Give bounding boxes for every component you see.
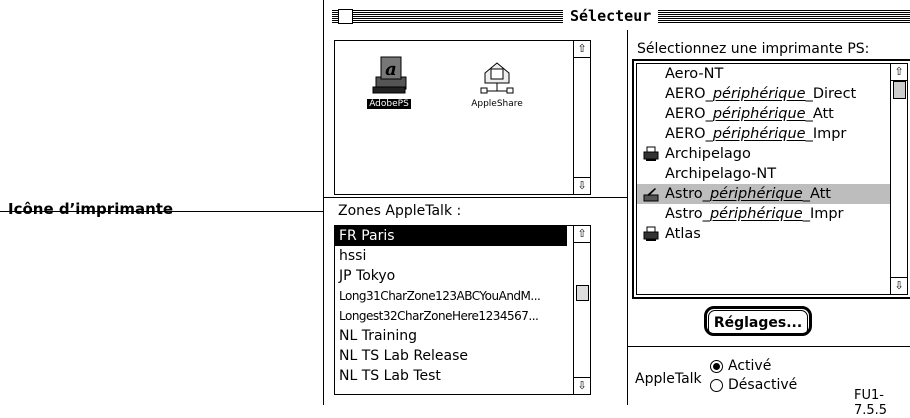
printer-name-part: Atlas (665, 226, 701, 242)
printer-name-device: périphérique (712, 126, 806, 142)
driver-list[interactable]: a AdobePS AppleShare ⇧ ⇩ (334, 40, 591, 195)
radio-label: Activé (728, 358, 772, 374)
printers-frame: Aero-NT AERO_périphérique_Direct AERO_péri… (632, 59, 910, 299)
callout-printer-icon-label: Icône d’imprimante (8, 200, 174, 218)
printer-item[interactable]: AERO_périphérique_Att (637, 104, 890, 124)
setup-button[interactable]: Réglages... (704, 306, 812, 336)
printer-name-part: AERO_ (665, 106, 713, 122)
printer-item[interactable]: Archipelago (637, 144, 890, 164)
printers-scrollbar[interactable]: ⇧ ⇩ (890, 64, 907, 294)
printer-name-part: _Att (802, 186, 831, 202)
printer-name-part: Aero-NT (665, 66, 724, 82)
printer-name-part: Astro_ (665, 206, 710, 222)
printer-name-part: _Impr (802, 206, 844, 222)
zones-label: Zones AppleTalk : (338, 203, 462, 219)
printer-item[interactable]: Aero-NT (637, 64, 890, 84)
svg-text:a: a (385, 59, 397, 80)
scroll-down-icon[interactable]: ⇩ (891, 277, 907, 294)
printer-item[interactable]: Astro_périphérique_Impr (637, 204, 890, 224)
printer-item[interactable]: Atlas (637, 224, 890, 244)
driver-adobeps[interactable]: a AdobePS (349, 53, 429, 109)
printers-label: Sélectionnez une imprimante PS: (637, 41, 870, 57)
close-box[interactable] (338, 9, 353, 24)
zone-item[interactable]: JP Tokyo (335, 266, 567, 286)
zone-item[interactable]: hssi (335, 246, 567, 266)
driver-label: AppleShare (471, 99, 523, 109)
title-bar[interactable]: Sélecteur (324, 0, 910, 30)
appletalk-active-radio[interactable]: Activé (710, 358, 771, 374)
printer-name-device: périphérique (712, 86, 806, 102)
printer-name-device: périphérique (712, 106, 806, 122)
scroll-up-icon[interactable]: ⇧ (891, 64, 907, 81)
zone-item[interactable]: Longest32CharZoneHere1234567... (335, 306, 567, 326)
printer-name-device: périphérique (709, 186, 803, 202)
printer-item[interactable]: Archipelago-NT (637, 164, 890, 184)
printers-list[interactable]: Aero-NT AERO_périphérique_Direct AERO_péri… (636, 63, 908, 295)
printer-name-part: _Impr (805, 126, 847, 142)
adobeps-driver-icon: a (372, 56, 407, 94)
printer-name-part: AERO_ (665, 126, 713, 142)
radio-off-icon[interactable] (710, 378, 723, 392)
radio-label: Désactivé (728, 377, 798, 393)
figure-id: FU1-7.5.5 (854, 388, 888, 418)
scroll-up-icon[interactable]: ⇧ (574, 41, 590, 58)
scroll-up-icon[interactable]: ⇧ (574, 226, 590, 243)
zone-item[interactable]: NL TS Lab Release (335, 346, 567, 366)
zones-scrollbar[interactable]: ⇧ ⇩ (573, 226, 590, 394)
window-title: Sélecteur (563, 6, 659, 26)
zone-item[interactable]: FR Paris (335, 226, 567, 246)
printer-pen-icon (643, 186, 659, 202)
scroll-down-icon[interactable]: ⇩ (574, 177, 590, 194)
appletalk-inactive-radio[interactable]: Désactivé (710, 377, 797, 393)
setup-button-label: Réglages... (708, 310, 808, 336)
pane-divider-vertical (627, 30, 628, 405)
printer-name-part: AERO_ (665, 86, 713, 102)
zone-item[interactable]: Long31CharZone123ABCYouAndM... (335, 286, 567, 306)
zones-list[interactable]: FR Paris hssi JP Tokyo Long31CharZone123… (334, 225, 591, 395)
printer-name-part: Astro_ (665, 186, 710, 202)
printer-name-part: Archipelago-NT (665, 166, 777, 182)
radio-on-icon[interactable] (710, 359, 723, 373)
zone-item[interactable]: NL TS Lab Test (335, 366, 567, 386)
printer-name-part: _Att (805, 106, 834, 122)
printer-item[interactable]: AERO_périphérique_Impr (637, 124, 890, 144)
chooser-window: Sélecteur a AdobePS AppleShare ⇧ ⇩ Zones… (323, 0, 910, 418)
scroll-thumb[interactable] (893, 81, 906, 99)
printer-name-device: périphérique (709, 206, 803, 222)
printer-name-part: Archipelago (665, 146, 751, 162)
printer-item[interactable]: Astro_périphérique_Att (637, 184, 890, 204)
zone-item[interactable]: NL Training (335, 326, 567, 346)
driver-scrollbar[interactable]: ⇧ ⇩ (573, 41, 590, 194)
callout-leader-line (0, 211, 323, 212)
printer-icon (643, 146, 659, 162)
pane-divider-horizontal (324, 197, 627, 198)
driver-appleshare[interactable]: AppleShare (457, 53, 537, 109)
scroll-down-icon[interactable]: ⇩ (574, 377, 590, 394)
appletalk-label: AppleTalk (635, 371, 702, 387)
driver-label: AdobePS (367, 99, 411, 109)
appleshare-driver-icon (480, 62, 514, 94)
scroll-thumb[interactable] (576, 285, 589, 301)
printer-item[interactable]: AERO_périphérique_Direct (637, 84, 890, 104)
bottom-divider (628, 346, 910, 347)
printer-name-part: _Direct (805, 86, 857, 102)
printer-icon (643, 226, 659, 242)
